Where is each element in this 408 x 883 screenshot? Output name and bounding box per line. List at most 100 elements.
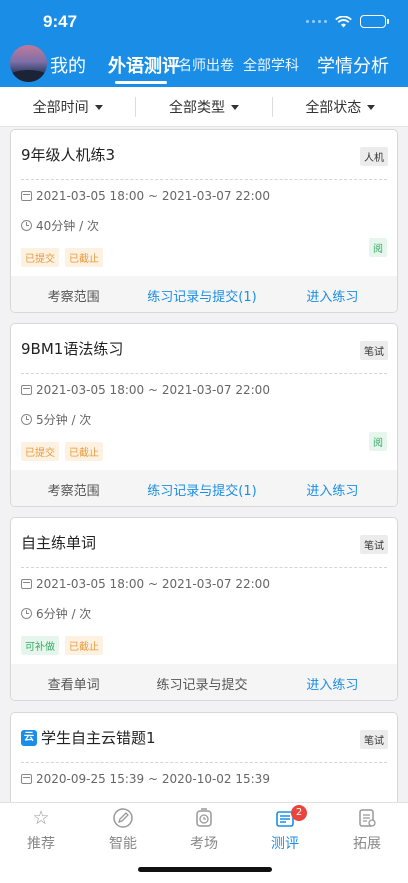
status-tags: 已提交 已截止 (21, 248, 103, 267)
card-title-text: 9BM1语法练习 (21, 340, 124, 358)
type-badge: 人机 (360, 147, 388, 166)
type-badge: 笔试 (360, 730, 388, 749)
tab-label: 智能 (109, 836, 137, 852)
exam-card[interactable]: 自主练单词 笔试 2021-03-05 18:00 ~ 2021-03-07 2… (10, 517, 398, 701)
records-button[interactable]: 练习记录与提交(1) (136, 480, 267, 499)
status-badge: 已截止 (65, 442, 103, 461)
tab-expand[interactable]: 拓展 (326, 807, 408, 853)
calendar-icon (21, 774, 32, 784)
star-icon: ☆ (32, 807, 50, 829)
tab-teacher-papers[interactable]: 名师出卷 (178, 55, 234, 75)
card-title-text: 学生自主云错题1 (41, 729, 156, 747)
timer-icon (163, 807, 245, 829)
card-title: 9年级人机练3 (21, 144, 115, 165)
records-button[interactable]: 练习记录与提交 (136, 674, 267, 693)
clock-icon (21, 220, 32, 231)
status-badge: 已截止 (65, 636, 103, 655)
pen-icon (82, 807, 164, 829)
status-badge: 已提交 (21, 248, 59, 267)
tab-label: 拓展 (353, 836, 381, 852)
tab-all-subjects[interactable]: 全部学科 (243, 55, 299, 75)
exam-card[interactable]: 9年级人机练3 人机 2021-03-05 18:00 ~ 2021-03-07… (10, 129, 398, 313)
status-badge: 已提交 (21, 442, 59, 461)
calendar-icon (21, 191, 32, 201)
status-badge: 已截止 (65, 248, 103, 267)
status-bar: 9:47 (0, 0, 408, 44)
date-range: 2021-03-05 18:00 ~ 2021-03-07 22:00 (21, 577, 270, 591)
status-tags: 已提交 已截止 (21, 442, 103, 461)
card-actions: 考察范围 练习记录与提交(1) 进入练习 (11, 470, 397, 506)
status-time: 9:47 (43, 12, 78, 31)
date-range-text: 2021-03-05 18:00 ~ 2021-03-07 22:00 (36, 189, 270, 203)
date-range: 2021-03-05 18:00 ~ 2021-03-07 22:00 (21, 383, 270, 397)
expand-icon (326, 807, 408, 829)
card-title: 自主练单词 (21, 532, 96, 553)
tab-recommend[interactable]: ☆ 推荐 (0, 807, 82, 853)
tab-assessment[interactable]: 测评 2 (244, 805, 326, 853)
scope-button[interactable]: 考察范围 (11, 480, 136, 499)
read-badge: 阅 (369, 238, 387, 257)
divider (21, 762, 387, 763)
tab-foreign-language-test[interactable]: 外语测评 (108, 52, 180, 78)
duration: 40分钟 / 次 (21, 217, 99, 234)
duration: 6分钟 / 次 (21, 605, 91, 622)
filter-type-dropdown[interactable]: 全部类型 (136, 97, 271, 117)
records-button[interactable]: 练习记录与提交(1) (136, 286, 267, 305)
signal-icon (306, 20, 327, 23)
type-badge: 笔试 (360, 341, 388, 360)
tab-learning-analysis[interactable]: 学情分析 (317, 52, 389, 78)
card-actions: 考察范围 练习记录与提交(1) 进入练习 (11, 276, 397, 312)
card-title: 云学生自主云错题1 (21, 727, 156, 748)
divider (21, 179, 387, 180)
divider (21, 373, 387, 374)
duration-text: 6分钟 / 次 (36, 607, 92, 621)
clock-icon (21, 608, 32, 619)
home-indicator (138, 867, 272, 872)
date-range: 2021-03-05 18:00 ~ 2021-03-07 22:00 (21, 189, 270, 203)
divider (21, 567, 387, 568)
filter-time-dropdown[interactable]: 全部时间 (0, 97, 135, 117)
type-badge: 笔试 (360, 535, 388, 554)
read-badge: 阅 (369, 432, 387, 451)
card-actions: 查看单词 练习记录与提交 进入练习 (11, 664, 397, 700)
app-header: 9:47 我的 外语测评 名师出卷 全部学科 学情分析 (0, 0, 408, 87)
exam-card[interactable]: 9BM1语法练习 笔试 2021-03-05 18:00 ~ 2021-03-0… (10, 323, 398, 507)
avatar[interactable] (10, 45, 47, 82)
start-practice-button[interactable]: 进入练习 (268, 480, 397, 499)
card-title: 9BM1语法练习 (21, 338, 123, 359)
card-title-text: 9年级人机练3 (21, 146, 116, 164)
view-words-button[interactable]: 查看单词 (11, 674, 136, 693)
status-tags: 可补做 已截止 (21, 636, 103, 655)
duration-text: 5分钟 / 次 (36, 413, 92, 427)
tab-label: 推荐 (27, 836, 55, 852)
filter-status-dropdown[interactable]: 全部状态 (273, 97, 408, 117)
date-range-text: 2020-09-25 15:39 ~ 2020-10-02 15:39 (36, 772, 270, 786)
calendar-icon (21, 579, 32, 589)
start-practice-button[interactable]: 进入练习 (268, 674, 397, 693)
scope-button[interactable]: 考察范围 (11, 286, 136, 305)
start-practice-button[interactable]: 进入练习 (268, 286, 397, 305)
cloud-icon: 云 (21, 729, 37, 746)
duration: 5分钟 / 次 (21, 411, 91, 428)
tab-label: 考场 (190, 836, 218, 852)
date-range-text: 2021-03-05 18:00 ~ 2021-03-07 22:00 (36, 577, 270, 591)
notification-badge: 2 (291, 805, 307, 821)
tab-label: 测评 (271, 836, 299, 852)
filter-bar: 全部时间 全部类型 全部状态 (0, 87, 408, 127)
clock-icon (21, 414, 32, 425)
tab-smart[interactable]: 智能 (82, 807, 164, 853)
my-profile-link[interactable]: 我的 (50, 52, 86, 78)
active-tab-indicator (115, 81, 167, 84)
test-paper-icon (244, 807, 326, 829)
calendar-icon (21, 385, 32, 395)
battery-icon (360, 15, 389, 28)
wifi-icon (335, 15, 352, 27)
status-badge: 可补做 (21, 636, 59, 655)
duration-text: 40分钟 / 次 (36, 219, 99, 233)
date-range: 2020-09-25 15:39 ~ 2020-10-02 15:39 (21, 772, 270, 786)
card-title-text: 自主练单词 (21, 534, 97, 552)
tab-exam-room[interactable]: 考场 (163, 807, 245, 853)
top-nav: 我的 外语测评 名师出卷 全部学科 学情分析 (0, 44, 408, 87)
date-range-text: 2021-03-05 18:00 ~ 2021-03-07 22:00 (36, 383, 270, 397)
status-icons (306, 15, 389, 28)
